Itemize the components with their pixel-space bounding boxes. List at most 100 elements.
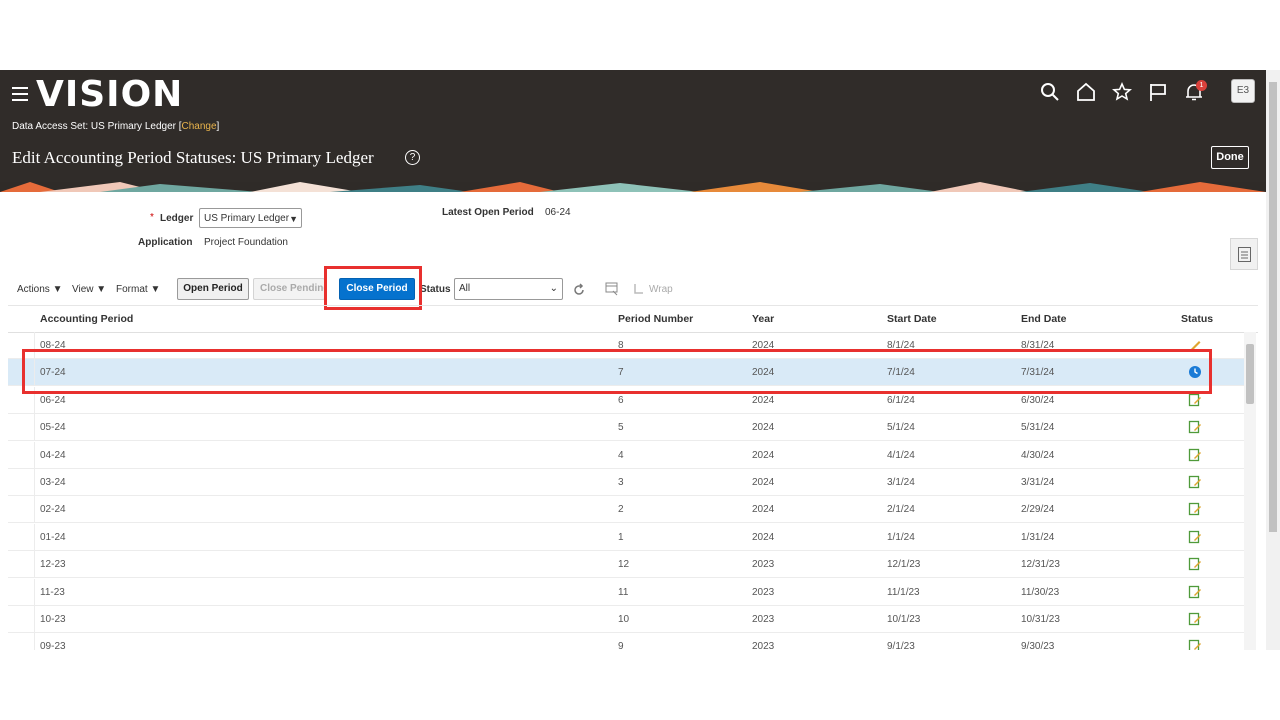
column-header[interactable]: End Date	[1021, 313, 1067, 325]
table-row[interactable]: 05-24 5 2024 5/1/24 5/31/24	[8, 414, 1244, 442]
table-cell: 2023	[752, 586, 775, 598]
table-cell: 1/31/24	[1021, 531, 1055, 543]
table-cell: 5/31/24	[1021, 422, 1055, 434]
row-gutter	[8, 496, 35, 524]
notification-badge: 1	[1196, 80, 1207, 91]
open-icon	[1188, 421, 1201, 434]
table-cell: 04-24	[40, 449, 66, 461]
table-cell: 5/1/24	[887, 422, 915, 434]
row-gutter	[8, 633, 35, 650]
page-title: Edit Accounting Period Statuses: US Prim…	[12, 148, 374, 167]
table-cell: 3/31/24	[1021, 477, 1055, 488]
view-menu[interactable]: View ▼	[72, 284, 106, 295]
page-scrollbar[interactable]	[1266, 70, 1280, 650]
scroll-thumb[interactable]	[1246, 344, 1254, 404]
status-filter-select[interactable]: All ⌄	[454, 278, 563, 300]
flag-icon[interactable]	[1148, 82, 1168, 102]
table-cell: 01-24	[40, 531, 66, 543]
search-icon[interactable]	[1040, 82, 1060, 102]
format-menu[interactable]: Format ▼	[116, 284, 160, 295]
table-cell: 2024	[752, 422, 775, 434]
table-cell: 9/1/23	[887, 641, 915, 650]
open-period-button[interactable]: Open Period	[177, 278, 249, 300]
table-cell: 12-23	[40, 559, 66, 571]
table-cell: 2/29/24	[1021, 504, 1055, 516]
latest-open-period-label: Latest Open Period	[442, 207, 534, 218]
close-pending-button[interactable]: Close Pending	[253, 278, 325, 300]
table-row[interactable]: 11-23 11 2023 11/1/23 11/30/23	[8, 578, 1244, 606]
row-gutter	[8, 551, 35, 579]
ledger-value: US Primary Ledger	[204, 213, 290, 224]
application-label: Application	[138, 237, 193, 248]
home-icon[interactable]	[1076, 82, 1096, 102]
table-toolbar: Actions ▼ View ▼ Format ▼ Open Period Cl…	[0, 275, 1266, 305]
column-header[interactable]: Accounting Period	[40, 313, 133, 325]
table-cell: 12/1/23	[887, 559, 921, 571]
table-cell: 2023	[752, 559, 775, 571]
open-icon	[1188, 475, 1201, 489]
highlight-selected-row	[22, 349, 1212, 394]
data-access-close: ]	[216, 121, 220, 132]
hamburger-menu-icon[interactable]	[12, 87, 28, 101]
column-header[interactable]: Status	[1181, 313, 1213, 325]
row-gutter	[8, 578, 35, 606]
freeze-icon[interactable]	[605, 282, 619, 296]
open-icon	[1188, 503, 1201, 516]
table-cell: 06-24	[40, 394, 66, 406]
ledger-label: Ledger	[160, 213, 194, 224]
table-cell: 6/30/24	[1021, 394, 1055, 406]
table-cell: 10	[618, 614, 630, 625]
table-scrollbar[interactable]	[1244, 332, 1256, 650]
open-icon	[1188, 612, 1201, 626]
side-panel-button[interactable]	[1230, 238, 1258, 270]
change-link[interactable]: Change	[182, 121, 217, 132]
scroll-thumb[interactable]	[1269, 82, 1277, 532]
open-icon	[1188, 393, 1201, 406]
table-cell: 11/30/23	[1021, 586, 1060, 598]
table-row[interactable]: 10-23 10 2023 10/1/23 10/31/23	[8, 606, 1244, 633]
wrap-icon	[634, 284, 643, 294]
table-row[interactable]: 04-24 4 2024 4/1/24 4/30/24	[8, 441, 1244, 469]
user-avatar[interactable]: E3	[1231, 79, 1255, 103]
open-icon	[1188, 530, 1201, 543]
done-button[interactable]: Done	[1211, 146, 1249, 169]
column-header[interactable]: Year	[752, 313, 774, 325]
table-cell: 05-24	[40, 422, 66, 434]
row-gutter	[8, 606, 35, 633]
column-header[interactable]: Period Number	[618, 313, 693, 325]
table-cell: 5	[618, 422, 624, 434]
table-cell: 4/1/24	[887, 449, 915, 461]
column-header[interactable]: Start Date	[887, 313, 937, 325]
status-filter-label: Status	[420, 284, 451, 295]
latest-open-period-value: 06-24	[545, 207, 571, 218]
wrap-button[interactable]: Wrap	[649, 284, 673, 295]
table-cell: 10/1/23	[887, 614, 921, 625]
open-icon	[1188, 448, 1201, 461]
open-icon	[1188, 640, 1201, 650]
open-icon	[1188, 558, 1201, 571]
open-icon	[1188, 585, 1201, 598]
table-cell: 2024	[752, 394, 775, 406]
row-gutter	[8, 441, 35, 469]
table-cell: 03-24	[40, 477, 66, 488]
table-cell: 6/1/24	[887, 394, 915, 406]
table-cell: 02-24	[40, 504, 66, 516]
refresh-icon[interactable]	[572, 283, 586, 297]
table-row[interactable]: 01-24 1 2024 1/1/24 1/31/24	[8, 523, 1244, 551]
chevron-down-icon: ⌄	[549, 283, 558, 294]
table-cell: 9/30/23	[1021, 641, 1055, 650]
table-cell: 2024	[752, 531, 775, 543]
actions-menu[interactable]: Actions ▼	[17, 284, 62, 295]
help-icon[interactable]: ?	[405, 150, 420, 165]
table-cell: 10-23	[40, 614, 66, 625]
table-row[interactable]: 03-24 3 2024 3/1/24 3/31/24	[8, 469, 1244, 496]
table-cell: 11/1/23	[887, 586, 920, 598]
table-row[interactable]: 09-23 9 2023 9/1/23 9/30/23	[8, 633, 1244, 650]
table-row[interactable]: 02-24 2 2024 2/1/24 2/29/24	[8, 496, 1244, 524]
table-cell: 3	[618, 477, 624, 488]
table-row[interactable]: 12-23 12 2023 12/1/23 12/31/23	[8, 551, 1244, 579]
table-cell: 4	[618, 449, 624, 461]
ledger-select[interactable]: US Primary Ledger ▼	[199, 208, 302, 228]
decorative-banner	[0, 182, 1266, 192]
star-icon[interactable]	[1112, 82, 1132, 102]
